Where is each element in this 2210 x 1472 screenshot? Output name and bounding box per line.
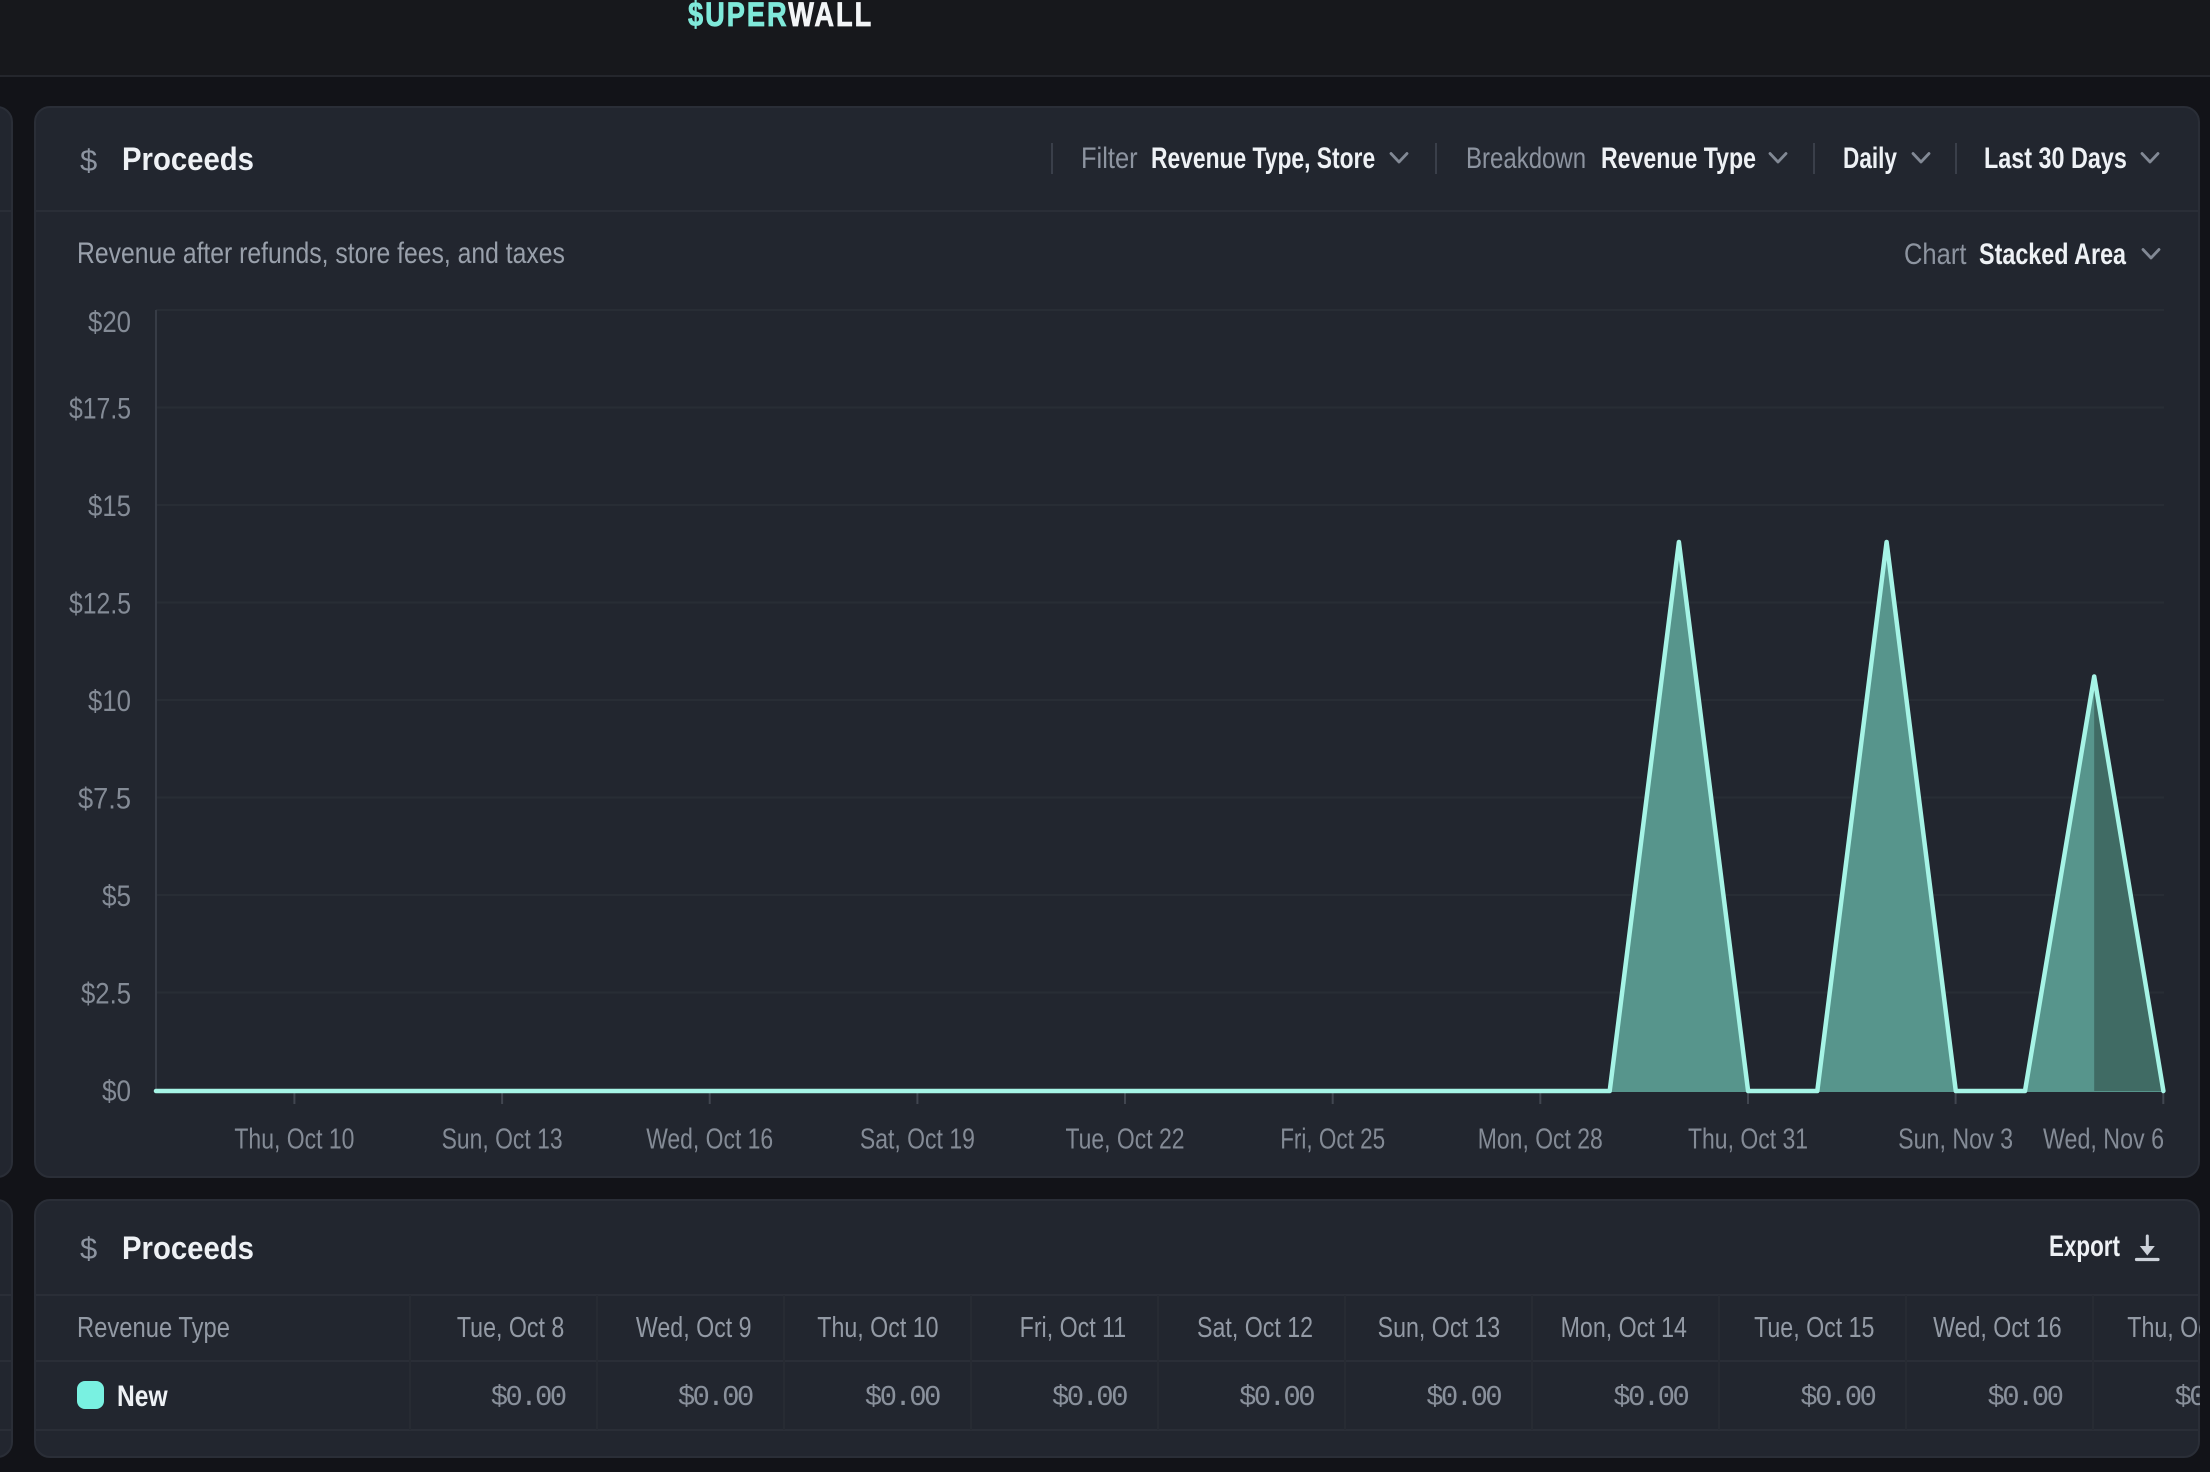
svg-text:Sun, Nov 3: Sun, Nov 3	[1898, 1124, 2013, 1156]
svg-text:$2.5: $2.5	[81, 977, 131, 1010]
svg-text:Sun, Oct 13: Sun, Oct 13	[442, 1124, 563, 1156]
svg-text:Sat, Oct 19: Sat, Oct 19	[860, 1124, 975, 1156]
svg-text:Thu, Oct 10: Thu, Oct 10	[234, 1124, 354, 1156]
svg-text:$15: $15	[88, 490, 131, 523]
svg-text:$0: $0	[102, 1075, 131, 1108]
svg-text:$17.5: $17.5	[69, 392, 131, 425]
svg-text:$10: $10	[88, 685, 131, 718]
svg-text:Mon, Oct 28: Mon, Oct 28	[1478, 1124, 1603, 1156]
svg-text:$12.5: $12.5	[69, 587, 131, 620]
svg-text:$20: $20	[88, 306, 131, 339]
svg-text:Thu, Oct 31: Thu, Oct 31	[1688, 1124, 1808, 1156]
svg-text:$7.5: $7.5	[78, 782, 131, 815]
svg-text:Wed, Nov 6: Wed, Nov 6	[2043, 1124, 2164, 1156]
svg-text:Wed, Oct 16: Wed, Oct 16	[646, 1124, 773, 1156]
svg-text:Tue, Oct 22: Tue, Oct 22	[1066, 1124, 1185, 1156]
svg-text:Fri, Oct 25: Fri, Oct 25	[1280, 1124, 1385, 1156]
svg-text:$5: $5	[102, 880, 131, 913]
